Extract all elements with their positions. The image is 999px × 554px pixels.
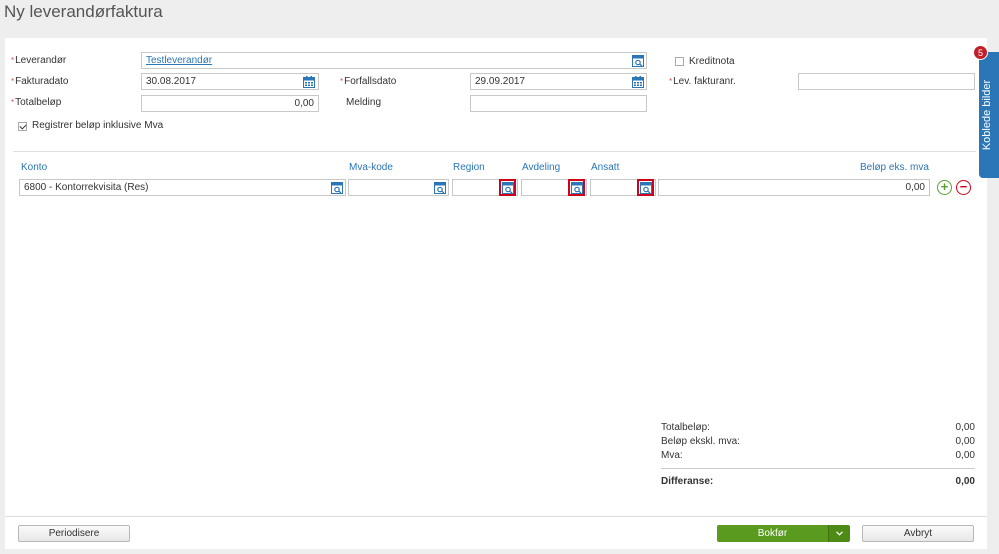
required-mark: *	[11, 56, 15, 65]
lookup-icon[interactable]	[640, 182, 652, 194]
lev-fakturanr-label-text: Lev. fakturanr.	[673, 76, 736, 87]
fakturadato-label: *Fakturadato	[11, 76, 69, 87]
belop-input[interactable]: 0,00	[658, 179, 930, 196]
koblede-bilder-badge: 5	[973, 45, 988, 60]
koblede-bilder-label: Koblede bilder	[981, 79, 993, 151]
lev-fakturanr-input[interactable]	[798, 73, 975, 90]
leverandor-label-text: Leverandør	[15, 55, 67, 66]
avbryt-button[interactable]: Avbryt	[862, 525, 974, 542]
melding-input[interactable]	[470, 95, 647, 112]
col-header-mva-kode[interactable]: Mva-kode	[349, 162, 393, 173]
summary-differanse-value: 0,00	[955, 476, 975, 487]
kreditnota-checkbox[interactable]	[675, 57, 684, 66]
lookup-icon[interactable]	[502, 182, 514, 194]
main-panel: *Leverandør Testleverandør Kreditnota *F…	[5, 38, 987, 516]
region-lookup-button[interactable]	[499, 179, 516, 196]
summary-totalbelop-label: Totalbeløp:	[661, 422, 710, 433]
required-mark: *	[11, 98, 15, 107]
col-header-belop[interactable]: Beløp eks. mva	[860, 162, 929, 173]
forfallsdato-label-text: Forfallsdato	[344, 76, 397, 87]
col-header-region[interactable]: Region	[453, 162, 485, 173]
footer-bar: Periodisere Bokfør Avbryt	[5, 516, 987, 549]
col-header-avdeling[interactable]: Avdeling	[522, 162, 560, 173]
forfallsdato-input[interactable]: 29.09.2017	[470, 73, 647, 90]
page-title: Ny leverandørfaktura	[4, 2, 163, 21]
section-divider	[13, 151, 976, 152]
melding-label: Melding	[346, 97, 382, 108]
inkl-mva-label: Registrer beløp inklusive Mva	[32, 120, 164, 131]
remove-row-button[interactable]: −	[956, 180, 971, 195]
plus-icon: +	[940, 179, 949, 194]
calendar-icon[interactable]	[632, 76, 644, 88]
lev-fakturanr-label: *Lev. fakturanr.	[669, 76, 736, 87]
col-header-ansatt[interactable]: Ansatt	[591, 162, 619, 173]
leverandor-link[interactable]: Testleverandør	[146, 55, 212, 66]
totalbelop-label: *Totalbeløp	[11, 97, 61, 108]
add-row-button[interactable]: +	[937, 180, 952, 195]
periodisere-button[interactable]: Periodisere	[18, 525, 130, 542]
leverandor-input[interactable]: Testleverandør	[141, 52, 647, 69]
summary-ekskl-mva-value: 0,00	[955, 436, 975, 447]
required-mark: *	[11, 77, 15, 86]
chevron-down-icon	[836, 531, 843, 536]
totalbelop-input[interactable]: 0,00	[141, 95, 319, 112]
leverandor-label: *Leverandør	[11, 55, 66, 66]
col-header-konto[interactable]: Konto	[21, 162, 47, 173]
koblede-bilder-tab[interactable]: Koblede bilder	[979, 52, 999, 178]
summary-differanse-label: Differanse:	[661, 476, 714, 487]
lookup-icon[interactable]	[331, 182, 343, 194]
summary-divider	[661, 468, 975, 469]
required-mark: *	[669, 77, 673, 86]
required-mark: *	[340, 77, 344, 86]
avdeling-lookup-button[interactable]	[568, 179, 585, 196]
calendar-icon[interactable]	[303, 76, 315, 88]
summary-totalbelop-value: 0,00	[955, 422, 975, 433]
kreditnota-label: Kreditnota	[689, 56, 735, 67]
lookup-icon[interactable]	[632, 55, 644, 67]
summary-mva-label: Mva:	[661, 450, 683, 461]
summary-mva-value: 0,00	[955, 450, 975, 461]
fakturadato-input[interactable]: 30.08.2017	[141, 73, 319, 90]
bokfor-menu-button[interactable]	[828, 525, 850, 542]
bokfor-button[interactable]: Bokfør	[717, 525, 828, 542]
ansatt-lookup-button[interactable]	[637, 179, 654, 196]
konto-input[interactable]: 6800 - Kontorrekvisita (Res)	[19, 179, 346, 196]
lookup-icon[interactable]	[571, 182, 583, 194]
summary-ekskl-mva-label: Beløp ekskl. mva:	[661, 436, 740, 447]
totalbelop-label-text: Totalbeløp	[15, 97, 62, 108]
minus-icon: −	[959, 179, 968, 194]
lookup-icon[interactable]	[434, 182, 446, 194]
forfallsdato-label: *Forfallsdato	[340, 76, 396, 87]
inkl-mva-checkbox[interactable]	[18, 122, 27, 131]
fakturadato-label-text: Fakturadato	[15, 76, 69, 87]
